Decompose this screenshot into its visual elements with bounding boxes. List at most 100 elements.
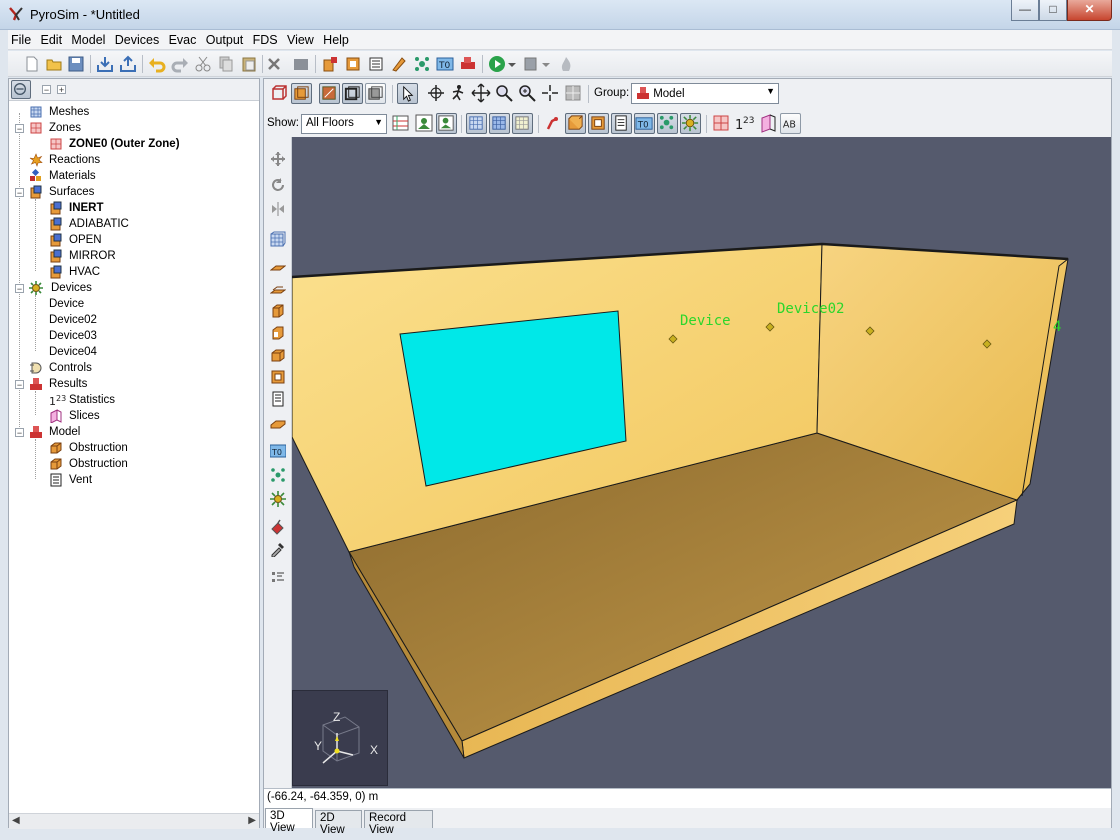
show-zones-icon[interactable] <box>711 113 731 133</box>
show-hvac-icon[interactable] <box>543 113 563 133</box>
new-vent-icon[interactable] <box>367 55 385 73</box>
paint-tool-icon[interactable] <box>270 519 286 535</box>
center-view-icon[interactable] <box>540 83 560 103</box>
surfaces-expander[interactable]: − <box>15 188 24 198</box>
move-tool-icon[interactable] <box>270 151 286 167</box>
model-expander[interactable]: − <box>15 428 24 438</box>
tab-2d-view[interactable]: 2D View <box>315 810 362 836</box>
show-statistics-icon[interactable]: 1 23 <box>734 113 758 133</box>
menu-evac[interactable]: Evac <box>166 30 200 47</box>
add-particles-icon[interactable] <box>270 467 286 483</box>
orbit-tool-icon[interactable] <box>426 83 446 103</box>
view-outline-icon[interactable] <box>342 83 363 104</box>
draw-block-icon[interactable] <box>270 303 286 319</box>
collapse-all-icon[interactable]: − <box>42 85 51 95</box>
undo-icon[interactable] <box>148 55 166 73</box>
run-dropdown-icon[interactable] <box>507 55 517 73</box>
show-particles-icon[interactable] <box>657 113 678 134</box>
view-textured-icon[interactable] <box>319 83 340 104</box>
background-image-icon[interactable] <box>414 113 434 133</box>
show-text-icon[interactable]: T0 <box>634 113 655 134</box>
devices-expander[interactable]: − <box>15 284 24 294</box>
draw-wall-icon[interactable] <box>270 281 286 297</box>
rotate-tool-icon[interactable] <box>270 177 286 193</box>
view-bounding-box-icon[interactable] <box>269 83 289 103</box>
show-vents-icon[interactable] <box>611 113 632 134</box>
draw-box-icon[interactable] <box>270 347 286 363</box>
menu-devices[interactable]: Devices <box>112 30 162 47</box>
tree-item-device03[interactable]: Device03 <box>49 328 97 344</box>
open-folder-icon[interactable] <box>45 55 63 73</box>
show-obstructions-icon[interactable] <box>565 113 586 134</box>
new-mesh-icon[interactable] <box>270 231 286 247</box>
3d-viewport[interactable]: Device Device02 4 Z Y X <box>292 137 1111 788</box>
menu-file[interactable]: File <box>8 30 34 47</box>
show-labels-icon[interactable]: AB <box>780 113 801 134</box>
scroll-right-icon[interactable]: ▶ <box>248 815 256 826</box>
add-device-icon[interactable] <box>270 491 286 507</box>
export-icon[interactable] <box>119 55 137 73</box>
eyedropper-icon[interactable] <box>270 541 286 557</box>
walk-tool-icon[interactable] <box>448 83 468 103</box>
menu-fds[interactable]: FDS <box>250 30 281 47</box>
copy-icon[interactable] <box>217 55 235 73</box>
tab-record-view[interactable]: Record View <box>364 810 433 836</box>
tab-3d-view[interactable]: 3D View <box>265 808 313 834</box>
tree-horizontal-scrollbar[interactable]: ◀ ▶ <box>9 813 259 829</box>
zoom-tool-icon[interactable] <box>494 83 514 103</box>
menu-edit[interactable]: Edit <box>38 30 66 47</box>
new-text-icon[interactable]: T0 <box>436 55 454 73</box>
properties-icon[interactable] <box>292 55 310 73</box>
zoom-box-tool-icon[interactable] <box>517 83 537 103</box>
add-text-icon[interactable]: T0 <box>270 443 286 459</box>
minimize-button[interactable]: — <box>1011 0 1039 21</box>
new-hole-icon[interactable] <box>344 55 362 73</box>
menu-help[interactable]: Help <box>320 30 352 47</box>
new-slice-icon[interactable] <box>390 55 408 73</box>
tree-item-device04[interactable]: Device04 <box>49 344 97 360</box>
new-group-icon[interactable] <box>459 55 477 73</box>
delete-icon[interactable] <box>265 55 283 73</box>
paste-icon[interactable] <box>240 55 258 73</box>
pan-tool-icon[interactable] <box>471 83 491 103</box>
floor-select[interactable]: All Floors ▼ <box>301 114 387 134</box>
show-mesh-cells-icon[interactable] <box>489 113 510 134</box>
tree-item-device02[interactable]: Device02 <box>49 312 97 328</box>
results-icon[interactable] <box>522 55 540 73</box>
new-file-icon[interactable] <box>23 55 41 73</box>
menu-model[interactable]: Model <box>68 30 108 47</box>
scroll-left-icon[interactable]: ◀ <box>12 815 20 826</box>
view-solid-icon[interactable] <box>291 83 312 104</box>
view-shaded-icon[interactable] <box>365 83 386 104</box>
show-holes-icon[interactable] <box>588 113 609 134</box>
redo-icon[interactable] <box>171 55 189 73</box>
show-slices-icon[interactable] <box>759 113 779 133</box>
snap-grid-icon[interactable] <box>563 83 583 103</box>
measure-tool-icon[interactable] <box>270 569 286 585</box>
close-button[interactable]: ✕ <box>1067 0 1112 21</box>
menu-view[interactable]: View <box>284 30 317 47</box>
draw-vent-icon[interactable] <box>270 391 286 407</box>
new-obstruction-icon[interactable] <box>321 55 339 73</box>
save-icon[interactable] <box>67 55 85 73</box>
draw-hole-icon[interactable] <box>270 369 286 385</box>
show-devices-icon[interactable] <box>680 113 701 134</box>
floor-settings-icon[interactable] <box>391 113 411 133</box>
cut-icon[interactable] <box>194 55 212 73</box>
maximize-button[interactable]: □ <box>1039 0 1067 21</box>
tree-view-toggle[interactable] <box>11 80 31 99</box>
run-simulation-icon[interactable] <box>488 55 506 73</box>
select-tool-icon[interactable] <box>397 83 418 104</box>
zones-expander[interactable]: − <box>15 124 24 134</box>
import-icon[interactable] <box>96 55 114 73</box>
menu-output[interactable]: Output <box>203 30 247 47</box>
expand-all-icon[interactable]: + <box>57 85 66 95</box>
show-mesh-outline-icon[interactable] <box>512 113 533 134</box>
group-select[interactable]: Model ▼ <box>631 83 779 104</box>
new-device-icon[interactable] <box>413 55 431 73</box>
draw-slab-icon[interactable] <box>270 259 286 275</box>
draw-room-icon[interactable] <box>270 325 286 341</box>
tree-item-device[interactable]: Device <box>49 296 84 312</box>
results-expander[interactable]: − <box>15 380 24 390</box>
results-dropdown-icon[interactable] <box>541 55 551 73</box>
